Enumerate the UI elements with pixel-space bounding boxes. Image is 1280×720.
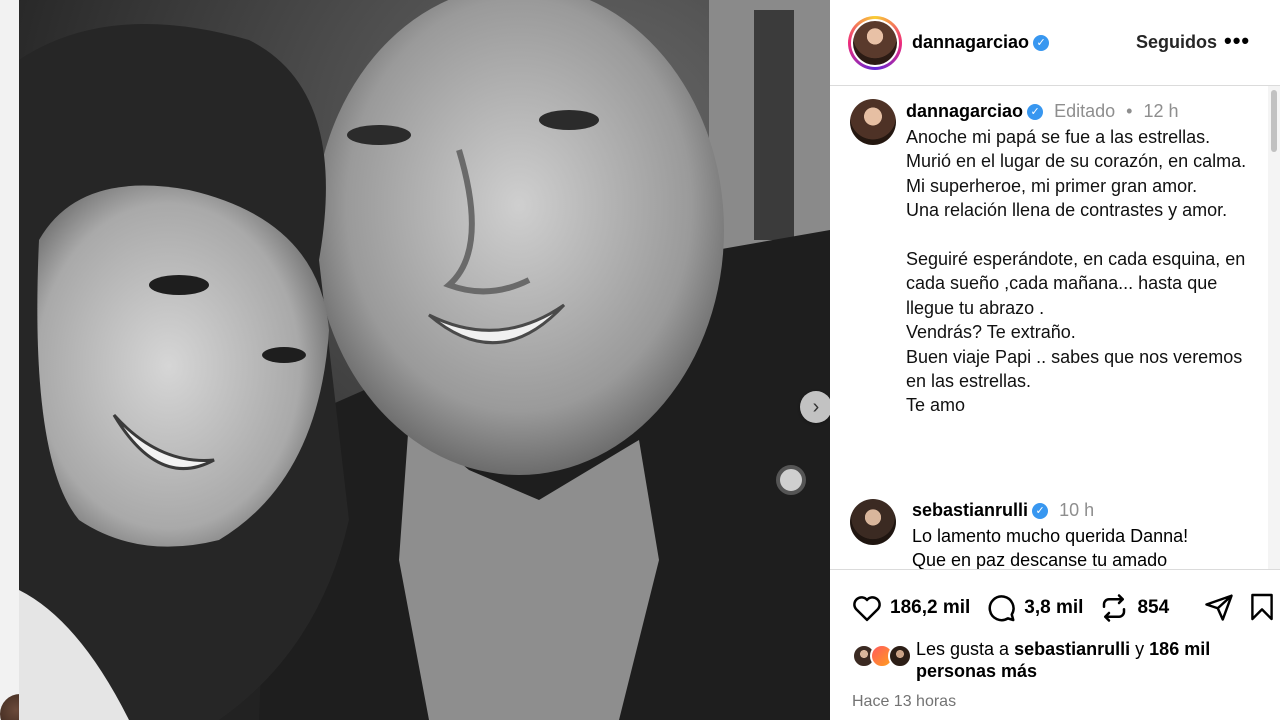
comments-count: 3,8 mil	[1024, 597, 1084, 618]
likes-others-count[interactable]: 186 mil	[1149, 639, 1210, 659]
verified-icon: ✓	[1033, 35, 1050, 52]
verified-icon: ✓	[1032, 503, 1049, 520]
caption-author[interactable]: dannagarciao	[906, 101, 1023, 121]
verified-icon: ✓	[1027, 104, 1044, 121]
comments-scrollbar[interactable]	[1268, 86, 1280, 570]
comments-list[interactable]: dannagarciao ✓ Editado • 12 h Anoche mi p…	[830, 87, 1268, 569]
repost-icon	[1103, 594, 1126, 622]
comment-author[interactable]: sebastianrulli	[912, 500, 1028, 520]
author-username[interactable]: dannagarciao ✓	[912, 32, 1050, 53]
edited-label: Editado	[1054, 101, 1116, 121]
instagram-post-view: › dannagarciao ✓ Seguidos ••• dannagarcia…	[0, 0, 1280, 720]
avatar	[888, 644, 912, 668]
share-icon	[1205, 594, 1233, 621]
photo-image	[19, 0, 830, 720]
more-icon[interactable]: •••	[1224, 28, 1250, 54]
comment-button[interactable]: 3,8 mil	[986, 593, 1083, 623]
author-username-text: dannagarciao	[912, 32, 1030, 52]
story-ring-avatar[interactable]	[848, 16, 902, 70]
comment-text: Lo lamento mucho querida Danna! Que en p…	[912, 526, 1189, 569]
post-header: dannagarciao ✓ Seguidos •••	[830, 0, 1280, 86]
post-side-panel: dannagarciao ✓ Seguidos ••• dannagarciao ✓…	[830, 0, 1280, 720]
liker-avatars	[852, 644, 912, 668]
separator-dot: •	[1126, 101, 1133, 121]
reposts-count: 854	[1137, 597, 1170, 618]
comment-time[interactable]: 10 h	[1059, 500, 1094, 520]
following-button[interactable]: Seguidos	[1136, 32, 1217, 53]
scrollbar-thumb[interactable]	[1271, 90, 1277, 152]
likes-count: 186,2 mil	[890, 597, 971, 618]
post-actions: 186,2 mil 3,8 mil 854 Les gusta a sebast…	[830, 569, 1280, 720]
bookmark-icon	[1251, 593, 1273, 621]
comment-icon	[988, 595, 1016, 622]
avatar[interactable]	[850, 99, 896, 145]
avatar[interactable]	[850, 499, 896, 545]
repost-button[interactable]: 854	[1099, 593, 1169, 623]
action-row: 186,2 mil 3,8 mil 854	[852, 592, 1179, 624]
chevron-right-icon: ›	[812, 396, 820, 418]
caption-time[interactable]: 12 h	[1143, 101, 1178, 121]
heart-icon	[853, 596, 881, 622]
avatar	[853, 21, 897, 65]
caption-header: dannagarciao ✓ Editado • 12 h	[906, 101, 1179, 122]
next-photo-button[interactable]: ›	[800, 391, 830, 423]
feed-background-strip	[0, 0, 40, 720]
post-timestamp[interactable]: Hace 13 horas	[852, 693, 956, 711]
likes-summary-text: Les gusta a sebastianrulli y 186 mil per…	[916, 639, 1211, 681]
like-button[interactable]: 186,2 mil	[852, 594, 970, 622]
caption-text: Anoche mi papá se fue a las estrellas. M…	[906, 127, 1247, 416]
comment-header: sebastianrulli ✓ 10 h	[912, 500, 1094, 521]
post-photo[interactable]: ›	[19, 0, 830, 720]
share-button[interactable]	[1204, 592, 1234, 627]
liker-username[interactable]: sebastianrulli	[1014, 639, 1130, 659]
save-button[interactable]	[1250, 592, 1274, 627]
